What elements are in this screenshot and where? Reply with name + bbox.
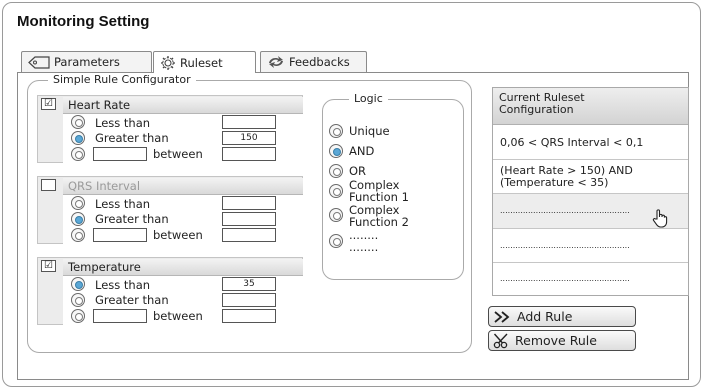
add-rule-label: Add Rule	[517, 309, 573, 324]
temperature-greater-radio[interactable]	[71, 293, 85, 307]
gear-icon	[161, 55, 175, 70]
add-rule-button[interactable]: Add Rule	[488, 306, 636, 327]
monitoring-window: Monitoring Setting Parameters Ruleset Fe…	[2, 2, 701, 387]
logic-more-radio[interactable]	[329, 234, 343, 248]
heart-rate-greater-input[interactable]: 150	[222, 131, 276, 145]
logic-or-radio[interactable]	[329, 164, 343, 178]
arrows-icon	[269, 56, 283, 68]
section-heart-rate: ☑ Heart Rate Less than Greater than 150 …	[37, 95, 303, 163]
tab-parameters[interactable]: Parameters	[21, 51, 152, 72]
qrs-less-label: Less than	[95, 197, 151, 211]
qrs-greater-label: Greater than	[95, 212, 169, 226]
temperature-label: Temperature	[63, 259, 303, 276]
qrs-greater-input[interactable]	[222, 212, 276, 226]
heart-rate-between-from-input[interactable]	[93, 147, 147, 161]
qrs-between-from-input[interactable]	[93, 228, 147, 242]
double-chevron-icon	[494, 310, 510, 323]
qrs-greater-radio[interactable]	[71, 212, 85, 226]
tab-feedbacks[interactable]: Feedbacks	[260, 51, 367, 72]
tab-parameters-label: Parameters	[54, 55, 120, 69]
ruleset-title: Current Ruleset Configuration	[493, 88, 688, 125]
ruleset-row[interactable]: ........................................…	[493, 263, 688, 295]
ruleset-row[interactable]: (Heart Rate > 150) AND (Temperature < 35…	[493, 160, 688, 194]
temperature-between-from-input[interactable]	[93, 309, 147, 323]
scissors-icon	[493, 333, 508, 348]
heart-rate-between-to-input[interactable]	[222, 147, 276, 161]
logic-complex-1-radio[interactable]	[329, 184, 343, 198]
qrs-between-label: between	[153, 228, 203, 242]
temperature-checkbox[interactable]: ☑	[41, 260, 56, 272]
temperature-greater-label: Greater than	[95, 293, 169, 307]
tab-feedbacks-label: Feedbacks	[289, 55, 350, 69]
logic-and-radio[interactable]	[329, 144, 343, 158]
qrs-between-to-input[interactable]	[222, 228, 276, 242]
logic-and-label: AND	[349, 144, 375, 158]
simple-rule-configurator: Simple Rule Configurator ☑ Heart Rate Le…	[27, 73, 472, 353]
heart-rate-between-label: between	[153, 147, 203, 161]
section-qrs-interval: QRS Interval Less than Greater than betw…	[37, 176, 303, 244]
logic-complex-2-radio[interactable]	[329, 208, 343, 222]
logic-group: Logic Unique AND OR Complex Function 1 C…	[322, 92, 464, 280]
logic-complex-1-label: Complex Function 1	[349, 178, 409, 204]
qrs-less-input[interactable]	[222, 196, 276, 210]
heart-rate-less-label: Less than	[95, 116, 151, 130]
ruleset-row[interactable]: 0,06 < QRS Interval < 0,1	[493, 126, 688, 160]
temperature-greater-input[interactable]	[222, 293, 276, 307]
qrs-less-radio[interactable]	[71, 196, 85, 210]
temperature-less-label: Less than	[95, 278, 151, 292]
logic-title: Logic	[349, 92, 388, 105]
logic-unique-label: Unique	[349, 124, 390, 138]
qrs-interval-label: QRS Interval	[63, 178, 303, 195]
qrs-interval-checkbox[interactable]	[41, 179, 56, 191]
tag-icon	[28, 55, 50, 69]
temperature-between-radio[interactable]	[71, 309, 85, 323]
heart-rate-less-input[interactable]	[222, 115, 276, 129]
current-ruleset-list: Current Ruleset Configuration 0,06 < QRS…	[492, 87, 689, 296]
ruleset-panel: Simple Rule Configurator ☑ Heart Rate Le…	[17, 72, 689, 380]
logic-or-label: OR	[349, 164, 367, 178]
heart-rate-less-radio[interactable]	[71, 115, 85, 129]
temperature-between-label: between	[153, 309, 203, 323]
window-title: Monitoring Setting	[17, 13, 150, 30]
configurator-title: Simple Rule Configurator	[48, 73, 196, 86]
section-temperature: ☑ Temperature Less than 35 Greater than …	[37, 257, 303, 325]
temperature-less-radio[interactable]	[71, 277, 85, 291]
tab-ruleset[interactable]: Ruleset	[153, 51, 256, 73]
heart-rate-greater-radio[interactable]	[71, 131, 85, 145]
tab-ruleset-label: Ruleset	[180, 55, 223, 70]
logic-unique-radio[interactable]	[329, 124, 343, 138]
temperature-between-to-input[interactable]	[222, 309, 276, 323]
remove-rule-button[interactable]: Remove Rule	[488, 330, 636, 351]
heart-rate-between-radio[interactable]	[71, 147, 85, 161]
heart-rate-label: Heart Rate	[63, 97, 303, 114]
temperature-less-input[interactable]: 35	[222, 277, 276, 291]
hand-cursor-icon	[652, 209, 668, 228]
logic-complex-2-label: Complex Function 2	[349, 203, 409, 229]
remove-rule-label: Remove Rule	[515, 333, 597, 348]
qrs-between-radio[interactable]	[71, 228, 85, 242]
logic-more-label: ........ ........	[349, 228, 379, 254]
heart-rate-checkbox[interactable]: ☑	[41, 98, 56, 110]
heart-rate-greater-label: Greater than	[95, 131, 169, 145]
ruleset-row[interactable]: ........................................…	[493, 229, 688, 263]
